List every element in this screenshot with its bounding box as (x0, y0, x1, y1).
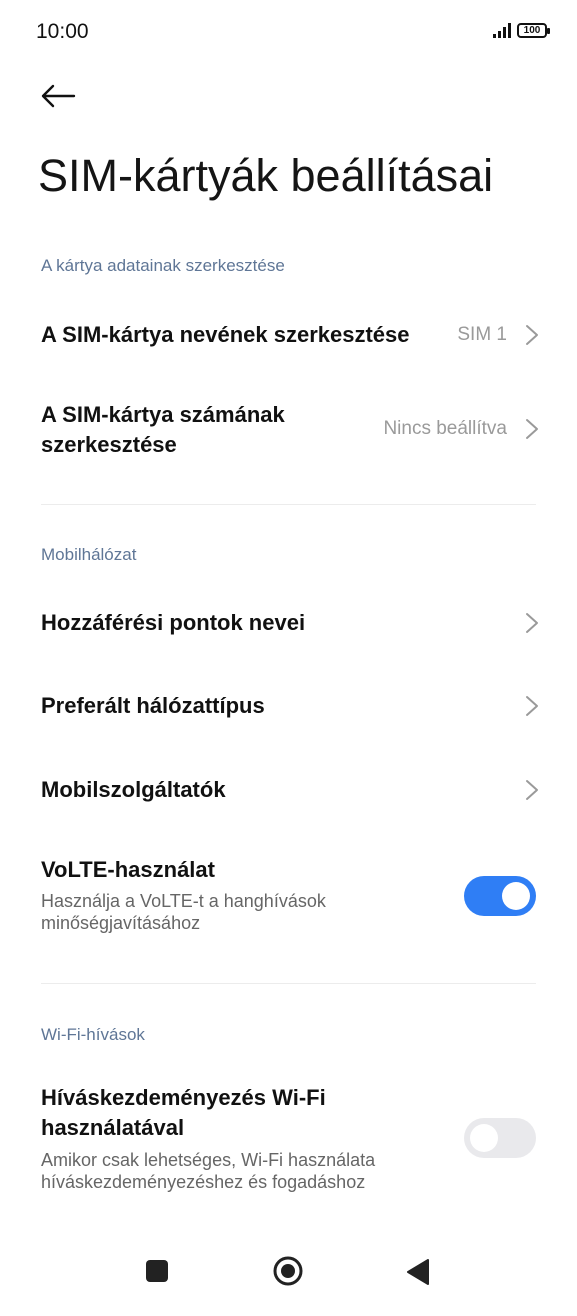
sim-number-title-line2: szerkesztése (41, 432, 177, 457)
back-button[interactable] (38, 78, 78, 114)
divider (41, 983, 536, 984)
apn-title: Hozzáférési pontok nevei (41, 610, 306, 635)
volte-row[interactable]: VoLTE-használat Használja a VoLTE-t a ha… (0, 845, 577, 945)
sim-name-row[interactable]: A SIM-kártya nevének szerkesztése SIM 1 (0, 300, 577, 370)
sim-number-row[interactable]: A SIM-kártya számának szerkesztése Nincs… (0, 390, 577, 470)
volte-subtitle-line2: minőségjavításához (41, 913, 201, 933)
sim-name-value: SIM 1 (457, 324, 507, 345)
wifi-call-row[interactable]: Híváskezdeményezés Wi-Fi használatával A… (0, 1075, 577, 1205)
chevron-right-icon (526, 780, 538, 800)
toggle-knob (470, 1124, 498, 1152)
divider (41, 504, 536, 505)
wifi-call-title-line2: használatával (41, 1115, 185, 1140)
wifi-call-subtitle-line2: híváskezdeményezéshez és fogadáshoz (41, 1172, 366, 1192)
wifi-call-subtitle: Amikor csak lehetséges, Wi-Fi használata… (41, 1149, 421, 1193)
chevron-right-icon (526, 613, 538, 633)
toggle-knob (502, 882, 530, 910)
wifi-call-toggle[interactable] (464, 1118, 536, 1158)
volte-title: VoLTE-használat (41, 857, 215, 882)
navigation-bar (0, 1240, 577, 1300)
sim-name-title: A SIM-kártya nevének szerkesztése (41, 322, 410, 347)
chevron-right-icon (526, 419, 538, 439)
wifi-call-subtitle-line1: Amikor csak lehetséges, Wi-Fi használata (41, 1150, 376, 1170)
volte-subtitle-line1: Használja a VoLTE-t a hanghívások (41, 891, 326, 911)
carriers-row[interactable]: Mobilszolgáltatók (0, 757, 577, 827)
sim-number-value: Nincs beállítva (383, 418, 507, 439)
section-header-mobile: Mobilhálózat (41, 545, 137, 564)
sim-number-title: A SIM-kártya számának szerkesztése (41, 400, 285, 460)
page-title: SIM-kártyák beállításai (38, 150, 494, 201)
status-icons: 100 (493, 22, 550, 38)
battery-icon: 100 (517, 22, 550, 38)
home-icon[interactable] (272, 1255, 304, 1287)
signal-icon (493, 22, 511, 38)
chevron-right-icon (526, 325, 538, 345)
network-type-title: Preferált hálózattípus (41, 693, 265, 718)
back-arrow-icon (41, 84, 76, 108)
volte-toggle[interactable] (464, 876, 536, 916)
sim-number-title-line1: A SIM-kártya számának (41, 402, 285, 427)
status-time: 10:00 (36, 20, 89, 43)
carriers-title: Mobilszolgáltatók (41, 777, 226, 802)
section-header-card-edit: A kártya adatainak szerkesztése (41, 256, 285, 275)
network-type-row[interactable]: Preferált hálózattípus (0, 673, 577, 743)
volte-subtitle: Használja a VoLTE-t a hanghívások minősé… (41, 890, 421, 934)
back-icon[interactable] (405, 1258, 431, 1286)
section-header-wifi-calling: Wi-Fi-hívások (41, 1025, 145, 1044)
chevron-right-icon (526, 696, 538, 716)
wifi-call-title-line1: Híváskezdeményezés Wi-Fi (41, 1085, 326, 1110)
status-bar: 10:00 100 (0, 0, 577, 64)
wifi-call-title: Híváskezdeményezés Wi-Fi használatával (41, 1083, 326, 1143)
apn-row[interactable]: Hozzáférési pontok nevei (0, 590, 577, 660)
recents-icon[interactable] (146, 1260, 168, 1282)
battery-level: 100 (523, 24, 541, 36)
